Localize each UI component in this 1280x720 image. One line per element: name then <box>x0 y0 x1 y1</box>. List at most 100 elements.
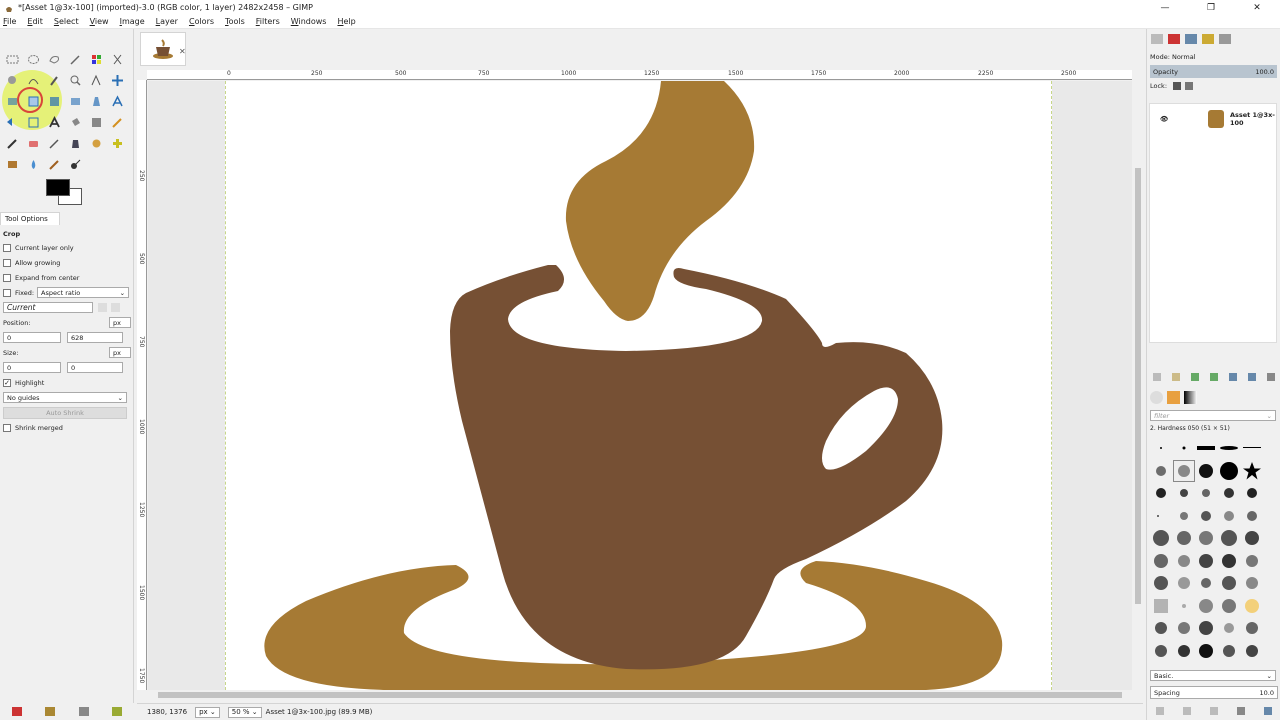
brush-item[interactable] <box>1150 572 1173 595</box>
brush-item[interactable] <box>1195 617 1218 640</box>
paths-tool[interactable] <box>23 70 44 91</box>
image-viewport[interactable] <box>148 81 1132 690</box>
menu-help[interactable]: Help <box>337 17 355 26</box>
brush-item[interactable] <box>1150 617 1173 640</box>
color-picker-eyedropper-tool[interactable] <box>44 70 65 91</box>
brush-item[interactable] <box>1195 550 1218 573</box>
brush-item[interactable] <box>1240 437 1263 460</box>
highlight-checkbox[interactable]: ✓ <box>3 378 11 387</box>
delete-layer-icon[interactable] <box>1267 373 1276 381</box>
brush-item[interactable] <box>1173 617 1196 640</box>
reset-options-icon[interactable] <box>112 706 123 716</box>
lock-pixels-icon[interactable] <box>1173 82 1182 90</box>
undo-history-tab-icon[interactable] <box>1202 34 1214 44</box>
brushes-tab-icon[interactable] <box>1150 391 1163 404</box>
fixed-mode-select[interactable]: Aspect ratio ⌄ <box>37 287 130 298</box>
brush-item[interactable] <box>1150 482 1173 505</box>
brush-item[interactable] <box>1195 505 1218 528</box>
brush-item[interactable] <box>1150 595 1173 618</box>
brush-item[interactable] <box>1173 640 1196 663</box>
layers-tab-icon[interactable] <box>1151 34 1163 44</box>
menu-windows[interactable]: Windows <box>291 17 327 26</box>
brush-item[interactable] <box>1173 437 1196 460</box>
brush-item[interactable] <box>1173 527 1196 550</box>
brush-item[interactable] <box>1150 437 1173 460</box>
shrink-merged-checkbox[interactable] <box>3 423 11 432</box>
minimize-button[interactable]: — <box>1142 0 1188 15</box>
free-select-tool[interactable] <box>44 49 65 70</box>
brush-item[interactable] <box>1240 572 1263 595</box>
perspective-tool[interactable] <box>86 91 107 112</box>
brush-item[interactable] <box>1218 482 1241 505</box>
foreground-color-swatch[interactable] <box>46 179 70 196</box>
ink-tool[interactable] <box>65 133 86 154</box>
brush-item[interactable] <box>1173 572 1196 595</box>
text-tool-a[interactable] <box>107 91 128 112</box>
refresh-brushes-icon[interactable] <box>1263 707 1272 715</box>
brush-item[interactable] <box>1173 505 1196 528</box>
brush-item-selected[interactable] <box>1172 459 1196 482</box>
rotate-tool[interactable] <box>65 91 86 112</box>
menu-image[interactable]: Image <box>120 17 145 26</box>
aspect-ratio-input[interactable]: Current <box>3 302 93 313</box>
brush-item[interactable] <box>1150 505 1173 528</box>
menu-tools[interactable]: Tools <box>225 17 245 26</box>
gradients-tab-icon[interactable] <box>1184 391 1197 404</box>
brush-item[interactable] <box>1195 460 1218 483</box>
brush-item[interactable] <box>1173 595 1196 618</box>
position-y-input[interactable]: 628 <box>67 332 123 343</box>
brush-item[interactable] <box>1240 482 1263 505</box>
brush-item[interactable] <box>1218 617 1241 640</box>
brush-item[interactable] <box>1218 460 1241 483</box>
allow-growing-checkbox[interactable] <box>3 258 11 267</box>
opacity-slider[interactable]: Opacity 100.0 <box>1150 65 1277 78</box>
menu-file[interactable]: File <box>3 17 16 26</box>
brush-preset-select[interactable]: Basic. ⌄ <box>1150 670 1276 681</box>
save-options-icon[interactable] <box>11 706 22 716</box>
brush-item[interactable] <box>1195 437 1218 460</box>
brush-filter-input[interactable]: filter ⌄ <box>1150 410 1276 421</box>
cage-transform-tool[interactable] <box>23 112 44 133</box>
close-button[interactable]: ✕ <box>1234 0 1280 15</box>
delete-brush-icon[interactable] <box>1236 707 1245 715</box>
menu-colors[interactable]: Colors <box>189 17 214 26</box>
gradient-tool[interactable] <box>86 112 107 133</box>
lock-alpha-icon[interactable] <box>1185 82 1194 90</box>
brush-item[interactable] <box>1195 572 1218 595</box>
eye-icon[interactable]: 👁 <box>1160 115 1168 123</box>
lower-layer-icon[interactable] <box>1209 373 1218 381</box>
maximize-button[interactable]: ❐ <box>1188 0 1234 15</box>
blur-tool[interactable] <box>23 154 44 175</box>
brush-item[interactable] <box>1173 482 1196 505</box>
brush-item[interactable] <box>1195 482 1218 505</box>
image-canvas[interactable] <box>225 81 1052 690</box>
gradients-tab-icon[interactable] <box>1219 34 1231 44</box>
color-picker-tool[interactable] <box>86 49 107 70</box>
delete-options-icon[interactable] <box>78 706 89 716</box>
paths-tab-icon[interactable] <box>1185 34 1197 44</box>
close-image-tab-icon[interactable]: ✕ <box>179 47 186 56</box>
dodge-burn-tool[interactable] <box>65 154 86 175</box>
duplicate-layer-icon[interactable] <box>1229 373 1238 381</box>
fuzzy-select-tool[interactable] <box>65 49 86 70</box>
menu-edit[interactable]: Edit <box>27 17 43 26</box>
position-x-input[interactable]: 0 <box>3 332 61 343</box>
brush-item[interactable] <box>1218 595 1241 618</box>
auto-shrink-button[interactable]: Auto Shrink <box>3 406 127 419</box>
spacing-slider[interactable]: Spacing 10.0 <box>1150 686 1278 699</box>
size-unit-select[interactable]: px <box>109 347 131 358</box>
restore-options-icon[interactable] <box>45 706 56 716</box>
brush-item[interactable] <box>1240 617 1263 640</box>
duplicate-brush-icon[interactable] <box>1209 707 1218 715</box>
foreground-select-tool[interactable] <box>2 70 23 91</box>
brush-item[interactable] <box>1218 527 1241 550</box>
brush-item[interactable] <box>1150 640 1173 663</box>
guides-select[interactable]: No guides ⌄ <box>3 392 127 403</box>
heal-tool[interactable] <box>107 133 128 154</box>
expand-from-center-checkbox[interactable] <box>3 273 11 282</box>
smudge-tool[interactable] <box>44 154 65 175</box>
measure-tool[interactable] <box>86 70 107 91</box>
edit-brush-icon[interactable] <box>1156 707 1165 715</box>
bucket-fill-tool[interactable] <box>65 112 86 133</box>
flip-tool[interactable] <box>2 112 23 133</box>
